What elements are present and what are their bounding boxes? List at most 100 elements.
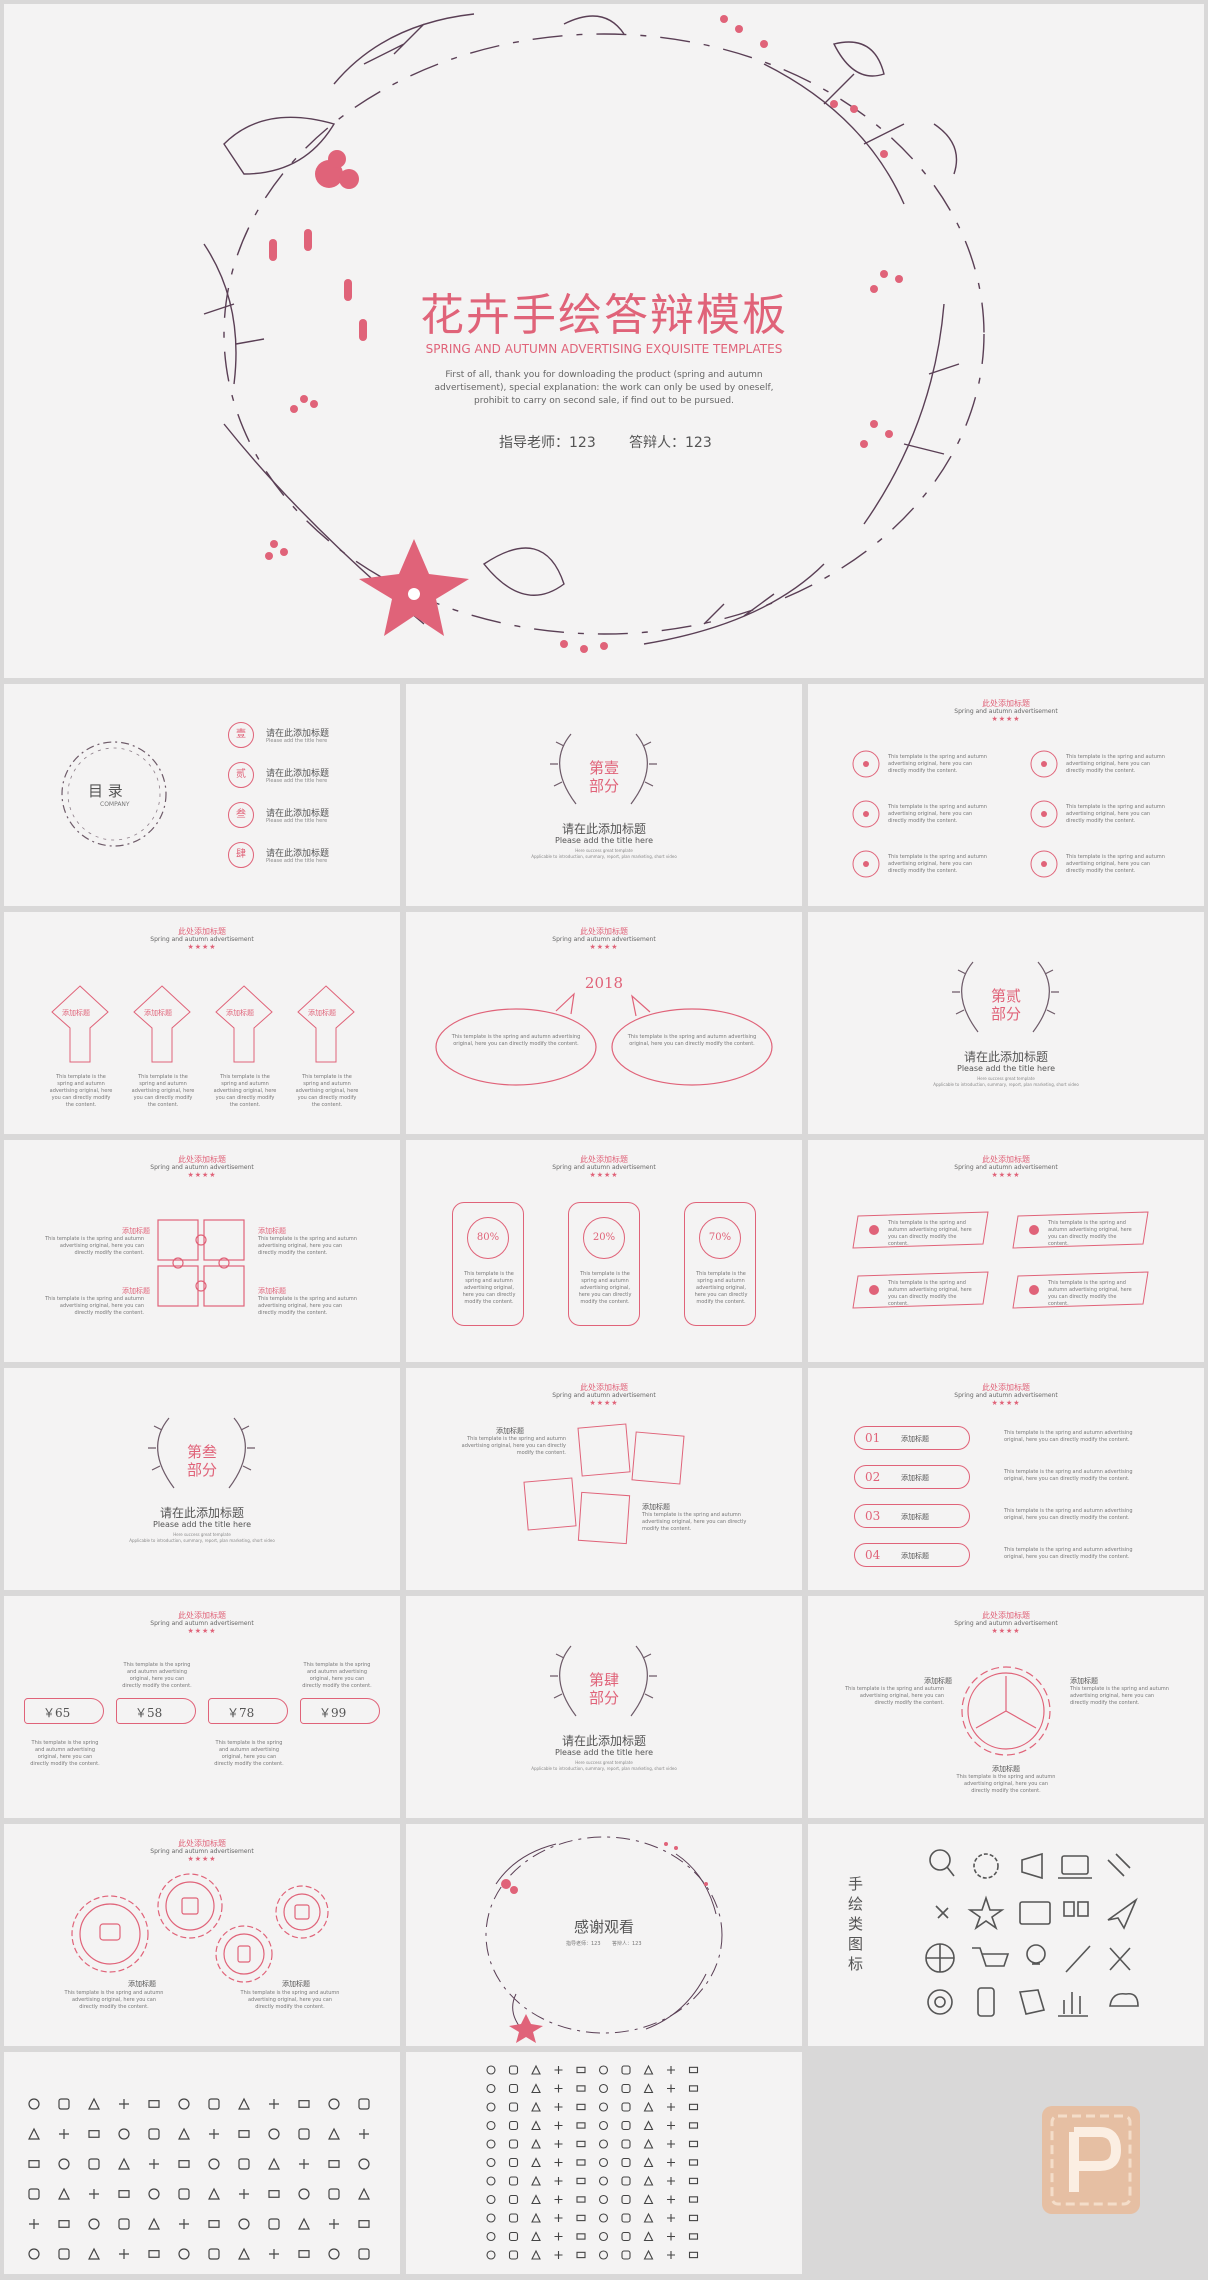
watermark-logo (1036, 2100, 1146, 2220)
square-text: This template is the spring and autumn a… (642, 1512, 747, 1532)
section-1-slide[interactable]: 第壹 部分 请在此添加标题 Please add the title here … (406, 684, 802, 906)
gear-circles-slide[interactable]: 此处添加标题 Spring and autumn advertisement ★… (4, 1824, 400, 2046)
numbered-row[interactable]: 02 添加标题 (854, 1465, 970, 1489)
percent-circle: 70% (699, 1217, 741, 1259)
price-text-top: This template is the spring and autumn a… (122, 1662, 192, 1689)
section-tiny2: Applicable to introduction, summary, rep… (933, 1082, 1079, 1087)
grid-glyph-icon (667, 2103, 675, 2111)
grid-glyph-icon (58, 2248, 70, 2260)
six-point-slide[interactable]: 此处添加标题 Spring and autumn advertisement ★… (808, 684, 1204, 906)
puzzle-slide[interactable]: 此处添加标题 Spring and autumn advertisement ★… (4, 1140, 400, 1362)
icon-sheet-2-slide[interactable] (406, 2052, 802, 2274)
grid-glyph-icon (667, 2177, 675, 2185)
toc-number-badge: 贰 (228, 762, 254, 788)
section-3-slide[interactable]: 第叁 部分 请在此添加标题 Please add the title here … (4, 1368, 400, 1590)
grid-glyph-icon (688, 2214, 699, 2222)
grid-glyph-icon (688, 2103, 699, 2111)
grid-glyph-icon (486, 2139, 496, 2149)
toc-slide[interactable]: 目 录 COMPANY 壹 请在此添加标题 Please add the tit… (4, 684, 400, 906)
grid-glyph-icon (554, 2121, 563, 2130)
icons-slide[interactable]: 手 绘 类 图 标 (808, 1824, 1204, 2046)
percent-circle: 80% (467, 1217, 509, 1259)
grid-glyph-icon (28, 2248, 40, 2260)
logo-stamp-icon (1042, 2106, 1140, 2214)
grid-glyph-icon (508, 2213, 519, 2223)
small-wreath-icon (61, 741, 167, 847)
grid-glyph-icon (643, 2212, 654, 2223)
section-tiny: Here success great template (173, 1532, 231, 1537)
grid-glyph-icon (148, 2250, 160, 2258)
parallelogram-slide[interactable]: 此处添加标题 Spring and autumn advertisement ★… (808, 1140, 1204, 1362)
point-text: This template is the spring and autumn a… (1066, 754, 1165, 774)
grid-glyph-icon (598, 2176, 609, 2186)
grid-glyph-icon (598, 2065, 609, 2075)
grid-glyph-icon (643, 2157, 654, 2168)
section-4-slide[interactable]: 第肆 部分 请在此添加标题 Please add the title here … (406, 1596, 802, 1818)
section-part: 部分 (588, 1689, 619, 1707)
row-number: 01 (865, 1431, 881, 1445)
grid-glyph-icon (531, 2249, 541, 2260)
numbered-list-slide[interactable]: 此处添加标题 Spring and autumn advertisement ★… (808, 1368, 1204, 1590)
grid-glyph-icon (621, 2176, 631, 2186)
diamond-slide[interactable]: 此处添加标题 Spring and autumn advertisement ★… (4, 912, 400, 1134)
numbered-row[interactable]: 04 添加标题 (854, 1543, 970, 1567)
toc-item-sub: Please add the title here (266, 858, 328, 864)
rating-stars: ★★★★ (991, 1399, 1021, 1407)
cover-defender: 答辩人：123 (629, 435, 712, 451)
grid-glyph-icon (178, 2248, 190, 2260)
percent-card[interactable]: 20% This template is the spring and autu… (568, 1202, 640, 1326)
section-title-en: Please add the title here (555, 836, 653, 845)
grid-glyph-icon (88, 2247, 100, 2260)
numbered-row[interactable]: 01 添加标题 (854, 1426, 970, 1450)
percent-slide[interactable]: 此处添加标题 Spring and autumn advertisement ★… (406, 1140, 802, 1362)
grid-glyph-icon (208, 2248, 220, 2260)
box-text: This template is the spring and autumn a… (888, 1220, 972, 1247)
grid-glyph-icon (667, 2066, 675, 2074)
grid-glyph-icon (178, 2160, 190, 2168)
grid-glyph-icon (598, 2250, 609, 2260)
numbered-row[interactable]: 03 添加标题 (854, 1504, 970, 1528)
cover-slide[interactable]: 花卉手绘答辩模板 SPRING AND AUTUMN ADVERTISING E… (4, 4, 1204, 678)
puzzle-text: This template is the spring and autumn a… (258, 1236, 357, 1256)
diamond-text: This template is the spring and autumn a… (131, 1074, 195, 1108)
gear-slide[interactable]: 此处添加标题 Spring and autumn advertisement ★… (808, 1596, 1204, 1818)
price-text-bottom: This template is the spring and autumn a… (30, 1740, 100, 1767)
price-tag[interactable]: ￥99 (300, 1698, 380, 1724)
box-text: This template is the spring and autumn a… (1048, 1280, 1132, 1307)
tilted-squares (523, 1423, 685, 1545)
price-tag[interactable]: ￥65 (24, 1698, 104, 1724)
percent-card[interactable]: 70% This template is the spring and autu… (684, 1202, 756, 1326)
icon-sheet-1-slide[interactable] (4, 2052, 400, 2274)
price-tag[interactable]: ￥78 (208, 1698, 288, 1724)
toc-item-sub: Please add the title here (266, 778, 328, 784)
row-text: This template is the spring and autumn a… (1004, 1508, 1133, 1521)
grid-glyph-icon (486, 2176, 496, 2186)
gear-label: 添加标题 (992, 1765, 1020, 1773)
year-bubble-slide[interactable]: 此处添加标题 Spring and autumn advertisement ★… (406, 912, 802, 1134)
grid-glyph-icon (29, 2219, 39, 2229)
gear-text: This template is the spring and autumn a… (845, 1686, 944, 1706)
bubble-text: This template is the spring and autumn a… (451, 1034, 581, 1047)
grid-glyph-icon (576, 2066, 586, 2074)
price-slide[interactable]: 此处添加标题 Spring and autumn advertisement ★… (4, 1596, 400, 1818)
price-tag[interactable]: ￥58 (116, 1698, 196, 1724)
grid-glyph-icon (269, 2249, 279, 2259)
grid-glyph-icon (508, 2065, 519, 2075)
grid-glyph-icon (531, 2064, 541, 2075)
tilted-squares-slide[interactable]: 此处添加标题 Spring and autumn advertisement ★… (406, 1368, 802, 1590)
section-2-slide[interactable]: 第贰 部分 请在此添加标题 Please add the title here … (808, 912, 1204, 1134)
gear-label: 添加标题 (924, 1677, 952, 1685)
grid-glyph-icon (508, 2139, 519, 2149)
grid-glyph-icon (643, 2138, 654, 2149)
thanks-slide[interactable]: 感谢观看 指导老师：123 答辩人：123 (406, 1824, 802, 2046)
section-part: 部分 (990, 1005, 1021, 1023)
grid-glyph-icon (88, 2097, 100, 2110)
gear-circle-label: 添加标题 (128, 1980, 156, 1988)
grid-glyph-icon (28, 2127, 40, 2140)
grid-glyph-icon (238, 2218, 250, 2230)
grid-glyph-icon (688, 2085, 699, 2092)
grid-glyph-icon (298, 2188, 310, 2200)
slide-header-sub: Spring and autumn advertisement (150, 1620, 254, 1627)
percent-card[interactable]: 80% This template is the spring and autu… (452, 1202, 524, 1326)
grid-glyph-icon (643, 2101, 654, 2112)
